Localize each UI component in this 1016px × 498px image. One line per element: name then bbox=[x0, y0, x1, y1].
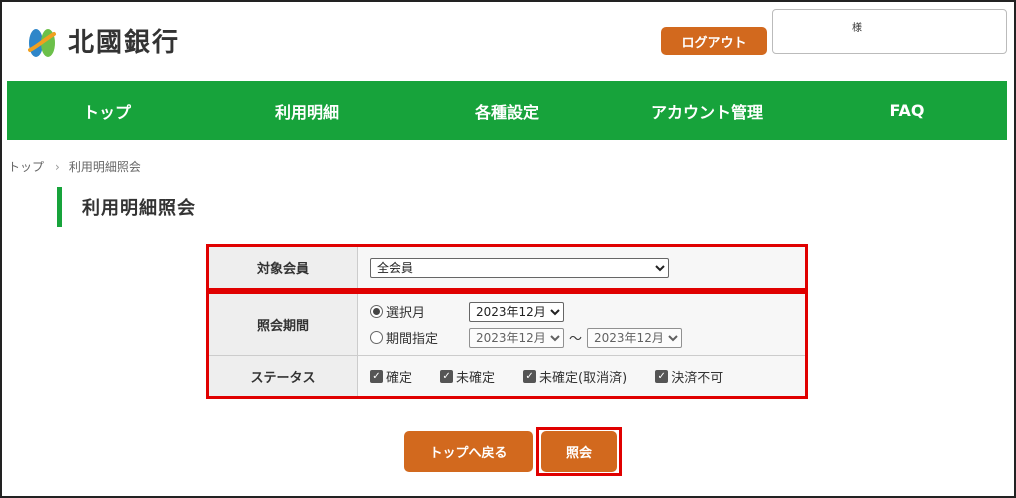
member-select[interactable]: 全会員 bbox=[370, 257, 669, 278]
nav-item-top[interactable]: トップ bbox=[7, 81, 207, 140]
logout-button[interactable]: ログアウト bbox=[661, 27, 767, 55]
period-month-line: 選択月 2023年12月 bbox=[370, 301, 682, 322]
global-nav: トップ 利用明細 各種設定 アカウント管理 FAQ bbox=[7, 81, 1007, 140]
status-option-label: 決済不可 bbox=[671, 370, 724, 386]
checkbox-checked-icon[interactable]: ✓ bbox=[440, 369, 454, 383]
range-from-select: 2023年12月 bbox=[469, 327, 564, 348]
page-title: 利用明細照会 bbox=[82, 198, 196, 219]
checkbox-checked-icon[interactable]: ✓ bbox=[523, 369, 537, 383]
period-range-radio[interactable] bbox=[370, 331, 383, 344]
form-row-period: 照会期間 選択月 2023年12月 期間指定 2023年12月 ～ 2023年1… bbox=[208, 293, 806, 355]
period-cell: 選択月 2023年12月 期間指定 2023年12月 ～ 2023年12月 bbox=[358, 294, 805, 355]
status-option-payment-failed[interactable]: ✓ 決済不可 bbox=[655, 367, 723, 386]
nav-item-settings[interactable]: 各種設定 bbox=[407, 81, 607, 140]
period-month-radio[interactable] bbox=[370, 305, 383, 318]
bank-name: 北國銀行 bbox=[68, 28, 181, 58]
nav-item-statements[interactable]: 利用明細 bbox=[207, 81, 407, 140]
checkbox-checked-icon[interactable]: ✓ bbox=[370, 369, 383, 383]
back-to-top-button[interactable]: トップへ戻る bbox=[404, 431, 533, 472]
form-row-member: 対象会員 全会員 bbox=[208, 246, 806, 289]
member-label: 対象会員 bbox=[209, 247, 358, 288]
status-label: ステータス bbox=[209, 356, 358, 396]
bank-logo[interactable]: 北國銀行 bbox=[24, 26, 180, 60]
status-cell: ✓ 確定 ✓ 未確定 ✓ 未確定(取消済) ✓ 決済不可 bbox=[358, 356, 805, 396]
user-info-box: 様 bbox=[772, 9, 1007, 54]
page-title-block: 利用明細照会 bbox=[57, 187, 196, 227]
nav-item-account[interactable]: アカウント管理 bbox=[607, 81, 807, 140]
range-to-select: 2023年12月 bbox=[587, 327, 683, 348]
submit-inquiry-button[interactable]: 照会 bbox=[541, 431, 617, 472]
user-name-suffix: 様 bbox=[852, 23, 862, 34]
range-separator: ～ bbox=[569, 332, 583, 347]
member-cell: 全会員 bbox=[358, 247, 805, 288]
status-option-unconfirmed-cancelled[interactable]: ✓ 未確定(取消済) bbox=[523, 367, 627, 386]
status-option-label: 確定 bbox=[386, 370, 413, 386]
month-select[interactable]: 2023年12月 bbox=[469, 301, 564, 322]
breadcrumb-separator-icon: › bbox=[55, 159, 60, 174]
breadcrumb-home[interactable]: トップ bbox=[8, 158, 44, 175]
status-option-label: 未確定 bbox=[456, 370, 496, 386]
checkbox-checked-icon[interactable]: ✓ bbox=[655, 369, 669, 383]
period-label: 照会期間 bbox=[209, 294, 358, 355]
status-option-label: 未確定(取消済) bbox=[539, 370, 628, 386]
period-month-label[interactable]: 選択月 bbox=[386, 302, 469, 321]
period-range-line: 期間指定 2023年12月 ～ 2023年12月 bbox=[370, 327, 683, 348]
nav-item-faq[interactable]: FAQ bbox=[807, 81, 1007, 140]
status-option-unconfirmed[interactable]: ✓ 未確定 bbox=[440, 367, 495, 386]
bank-logo-icon bbox=[28, 29, 56, 57]
breadcrumb-current: 利用明細照会 bbox=[68, 160, 141, 174]
status-option-confirmed[interactable]: ✓ 確定 bbox=[370, 367, 412, 386]
breadcrumb: トップ › 利用明細照会 bbox=[8, 158, 141, 175]
form-row-status: ステータス ✓ 確定 ✓ 未確定 ✓ 未確定(取消済) ✓ 決済不可 bbox=[208, 355, 806, 397]
period-range-label[interactable]: 期間指定 bbox=[386, 328, 469, 347]
